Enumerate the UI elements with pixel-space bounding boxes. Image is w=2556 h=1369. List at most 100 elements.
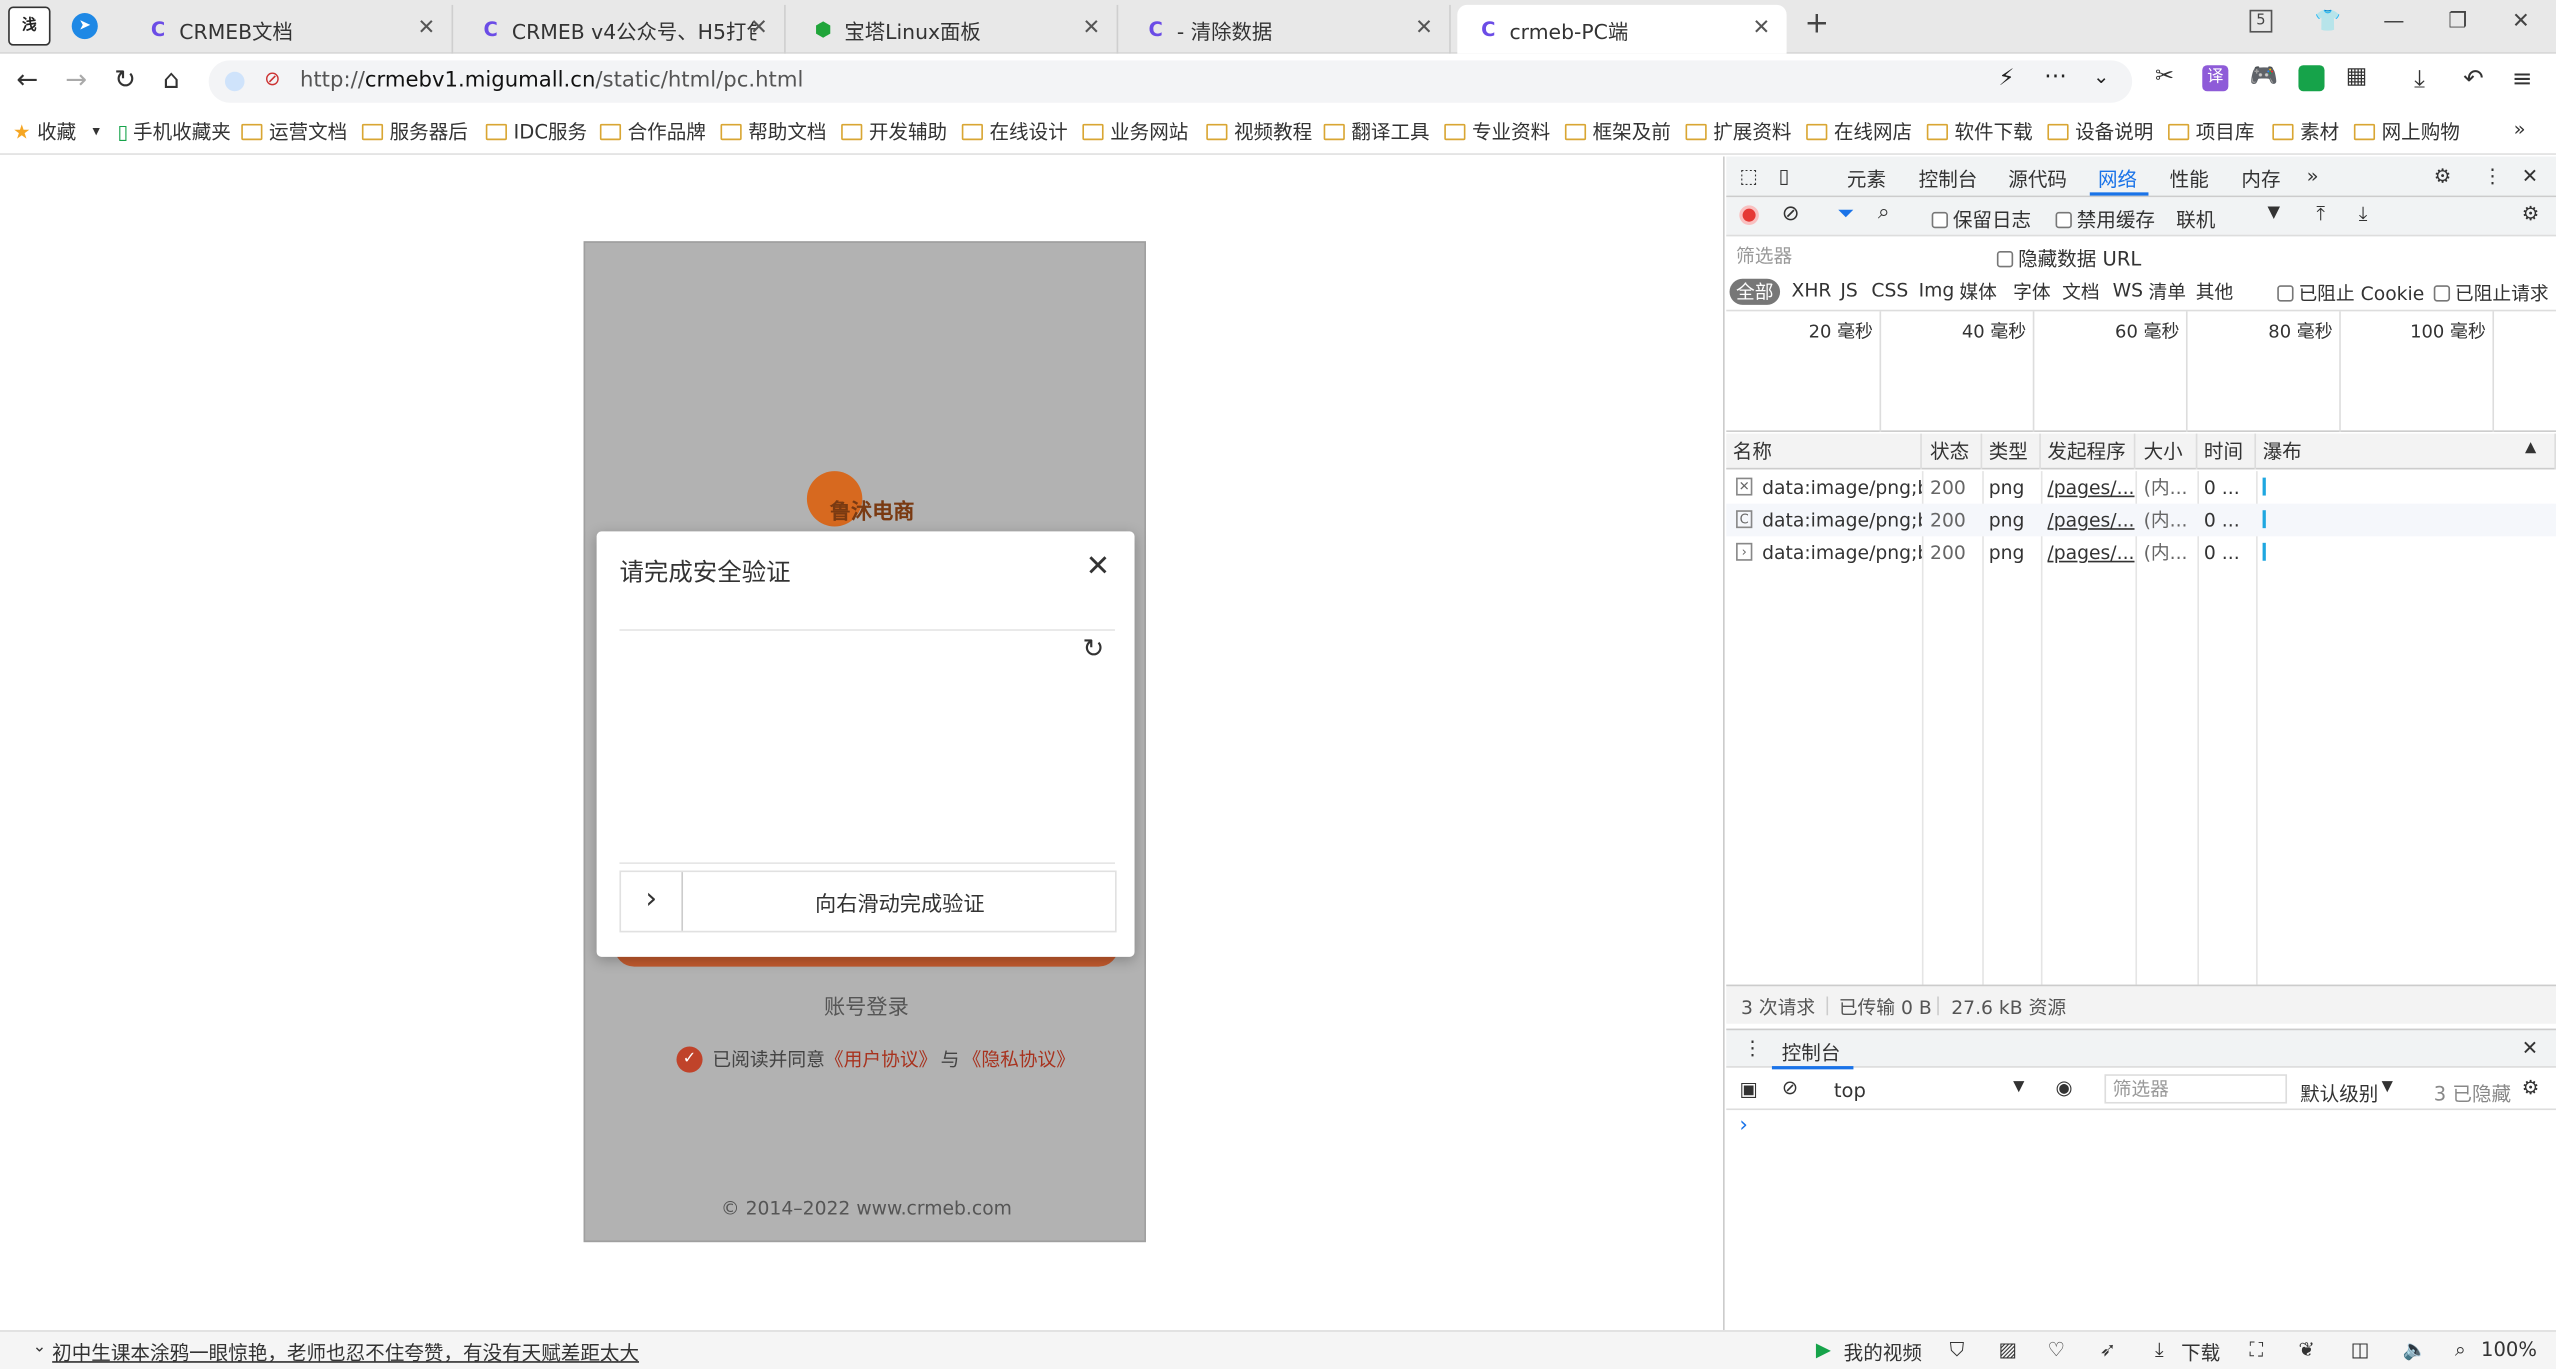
telegram-icon[interactable]: ➤ [71,13,98,40]
account-login-link[interactable]: 账号登录 [585,989,1147,1020]
tab-crmeb-docs[interactable]: C CRMEB文档 ✕ [127,4,454,54]
console-settings-icon[interactable]: ⚙ [2522,1076,2540,1099]
record-icon[interactable] [1739,205,1759,225]
leaf-icon[interactable]: ❦ [2298,1338,2314,1361]
bookmark-item[interactable]: 项目库 [2168,117,2254,145]
skin-icon[interactable]: 👕 [2315,10,2341,34]
type-filter-3[interactable]: CSS [1871,279,1908,302]
bookmark-item[interactable]: ▯ 手机收藏夹 [117,117,230,145]
chevron-down-icon[interactable]: ▼ [2382,1079,2393,1095]
menu-icon[interactable]: ≡ [2512,64,2533,93]
cell-initiator[interactable]: /pages/... [2047,504,2135,537]
close-tab-icon[interactable]: ✕ [1083,16,1101,40]
game-icon[interactable]: 🎮 [2250,64,2278,90]
bookmark-item[interactable]: 框架及前 [1564,117,1671,145]
console-filter-input[interactable]: 筛选器 [2104,1074,2288,1104]
bookmark-item[interactable]: ★ 收藏 ▾ [13,117,100,145]
bookmark-item[interactable]: 设备说明 [2047,117,2153,145]
download-icon[interactable]: ⤓ [2414,64,2425,93]
download-icon[interactable]: ⤓ [2155,1338,2164,1362]
hide-data-url-checkbox[interactable]: 隐藏数据 URL [1996,245,2141,273]
scissors-icon[interactable]: ✂ [2155,64,2174,90]
filter-input[interactable]: 筛选器 [1729,241,1978,271]
bookmark-item[interactable]: 业务网站 [1082,117,1188,145]
my-video-label[interactable]: 我的视频 [1844,1338,1922,1366]
new-tab-button[interactable]: + [1805,7,1830,41]
type-filter-2[interactable]: JS [1840,279,1857,302]
bookmark-item[interactable]: 帮助文档 [720,117,826,145]
close-tab-icon[interactable]: ✕ [1753,16,1771,40]
more-bookmarks-icon[interactable]: » [2514,117,2526,140]
network-row[interactable]: Cdata:image/png;b... 200 png/pages/... (内..… [1726,503,2556,537]
close-icon[interactable]: ✕ [2522,165,2538,188]
incognito-icon[interactable]: ⛶ [2250,1338,2264,1362]
image-icon[interactable]: ▨ [1999,1338,2017,1361]
cell-initiator[interactable]: /pages/... [2047,471,2135,504]
bookmark-item[interactable]: 运营文档 [241,117,347,145]
volume-icon[interactable]: 🔈 [2403,1338,2427,1361]
tab-baota[interactable]: ⬢ 宝塔Linux面板 ✕ [792,4,1119,54]
tab-count-badge[interactable]: 5 [2249,9,2273,33]
close-drawer-icon[interactable]: ✕ [2522,1037,2538,1060]
sort-icon[interactable]: ▲ [2525,440,2536,456]
tab-sources[interactable]: 源代码 [2008,165,2067,193]
zoom-icon[interactable]: ⌕ [2455,1338,2466,1362]
window-icon[interactable]: ◫ [2351,1338,2369,1361]
column-header[interactable]: 类型 [1982,433,2041,470]
tab-network[interactable]: 网络 [2098,165,2137,193]
tab-elements[interactable]: 元素 [1847,165,1886,193]
network-row[interactable]: ✕ data:image/png;b... 200 png/pages/... (内..… [1726,471,2556,504]
type-filter-0[interactable]: 全部 [1729,278,1781,305]
device-toggle-icon[interactable]: ▯ [1778,165,1789,188]
tab-clear-data[interactable]: C - 清除数据 ✕ [1125,4,1451,54]
close-icon[interactable]: ✕ [1086,549,1111,583]
bookmark-item[interactable]: 专业资料 [1444,117,1550,145]
download-label[interactable]: 下载 [2181,1338,2220,1366]
reader-icon[interactable] [2298,65,2325,92]
slider-handle[interactable]: › [621,872,684,931]
bookmark-item[interactable]: 在线设计 [961,117,1068,145]
type-filter-6[interactable]: 字体 [2013,279,2050,305]
tab-performance[interactable]: 性能 [2170,165,2209,193]
bookmark-item[interactable]: 素材 [2272,117,2339,145]
close-tab-icon[interactable]: ✕ [1415,16,1433,40]
bookmark-item[interactable]: 网上购物 [2353,117,2460,145]
more-tabs-icon[interactable]: » [2307,165,2319,188]
tab-memory[interactable]: 内存 [2241,165,2280,193]
network-settings-icon[interactable]: ⚙ [2522,202,2540,225]
bookmark-item[interactable]: 翻译工具 [1323,117,1430,145]
blocked-requests-checkbox[interactable]: 已阻止请求 [2433,280,2549,306]
type-filter-7[interactable]: 文档 [2062,279,2099,305]
drawer-menu-icon[interactable]: ⋮ [1743,1037,1763,1060]
tab-console[interactable]: 控制台 [1919,165,1978,193]
bookmark-item[interactable]: 扩展资料 [1685,117,1792,145]
throttle-select[interactable]: 联机 [2176,205,2215,233]
network-row[interactable]: › data:image/png;b... 200 png/pages/... (内..… [1726,536,2556,569]
rocket-icon[interactable]: ➶ [2100,1338,2116,1361]
bookmark-item[interactable]: 服务器后 [361,117,468,145]
disable-cache-checkbox[interactable]: 禁用缓存 [2055,205,2155,233]
back-icon[interactable]: ← [16,64,38,95]
eye-icon[interactable]: ◉ [2056,1076,2073,1099]
console-prompt-icon[interactable]: › [1739,1113,1747,1137]
translate-icon[interactable]: 译 [2202,65,2229,92]
download-har-icon[interactable]: ⤓ [2359,202,2368,226]
type-filter-10[interactable]: 其他 [2196,279,2233,305]
bookmark-item[interactable]: 视频教程 [1206,117,1312,145]
type-filter-5[interactable]: 媒体 [1959,279,1996,305]
user-agreement-link[interactable]: 《用户协议》 [825,1047,937,1073]
tab-crmeb-v4[interactable]: C CRMEB v4公众号、H5打包 - ✕ [460,4,786,54]
column-header[interactable]: 瀑布 [2256,433,2556,470]
type-filter-8[interactable]: WS [2113,279,2143,302]
address-bar[interactable]: ⊘ http://crmebv1.migumall.cn/static/html… [208,60,2133,103]
type-filter-4[interactable]: Img [1919,279,1955,302]
browser-logo-icon[interactable]: 浅 [8,6,51,46]
clear-console-icon[interactable]: ⊘ [1782,1076,1798,1099]
chevron-down-icon[interactable]: ▾ [93,123,100,139]
gear-icon[interactable]: ⚙ [2434,165,2452,188]
privacy-link[interactable]: 《隐私协议》 [963,1047,1075,1073]
type-filter-1[interactable]: XHR [1791,279,1831,302]
close-tab-icon[interactable]: ✕ [750,16,768,40]
column-header[interactable]: 发起程序 [2041,433,2136,470]
column-header[interactable]: 大小 [2137,433,2198,470]
